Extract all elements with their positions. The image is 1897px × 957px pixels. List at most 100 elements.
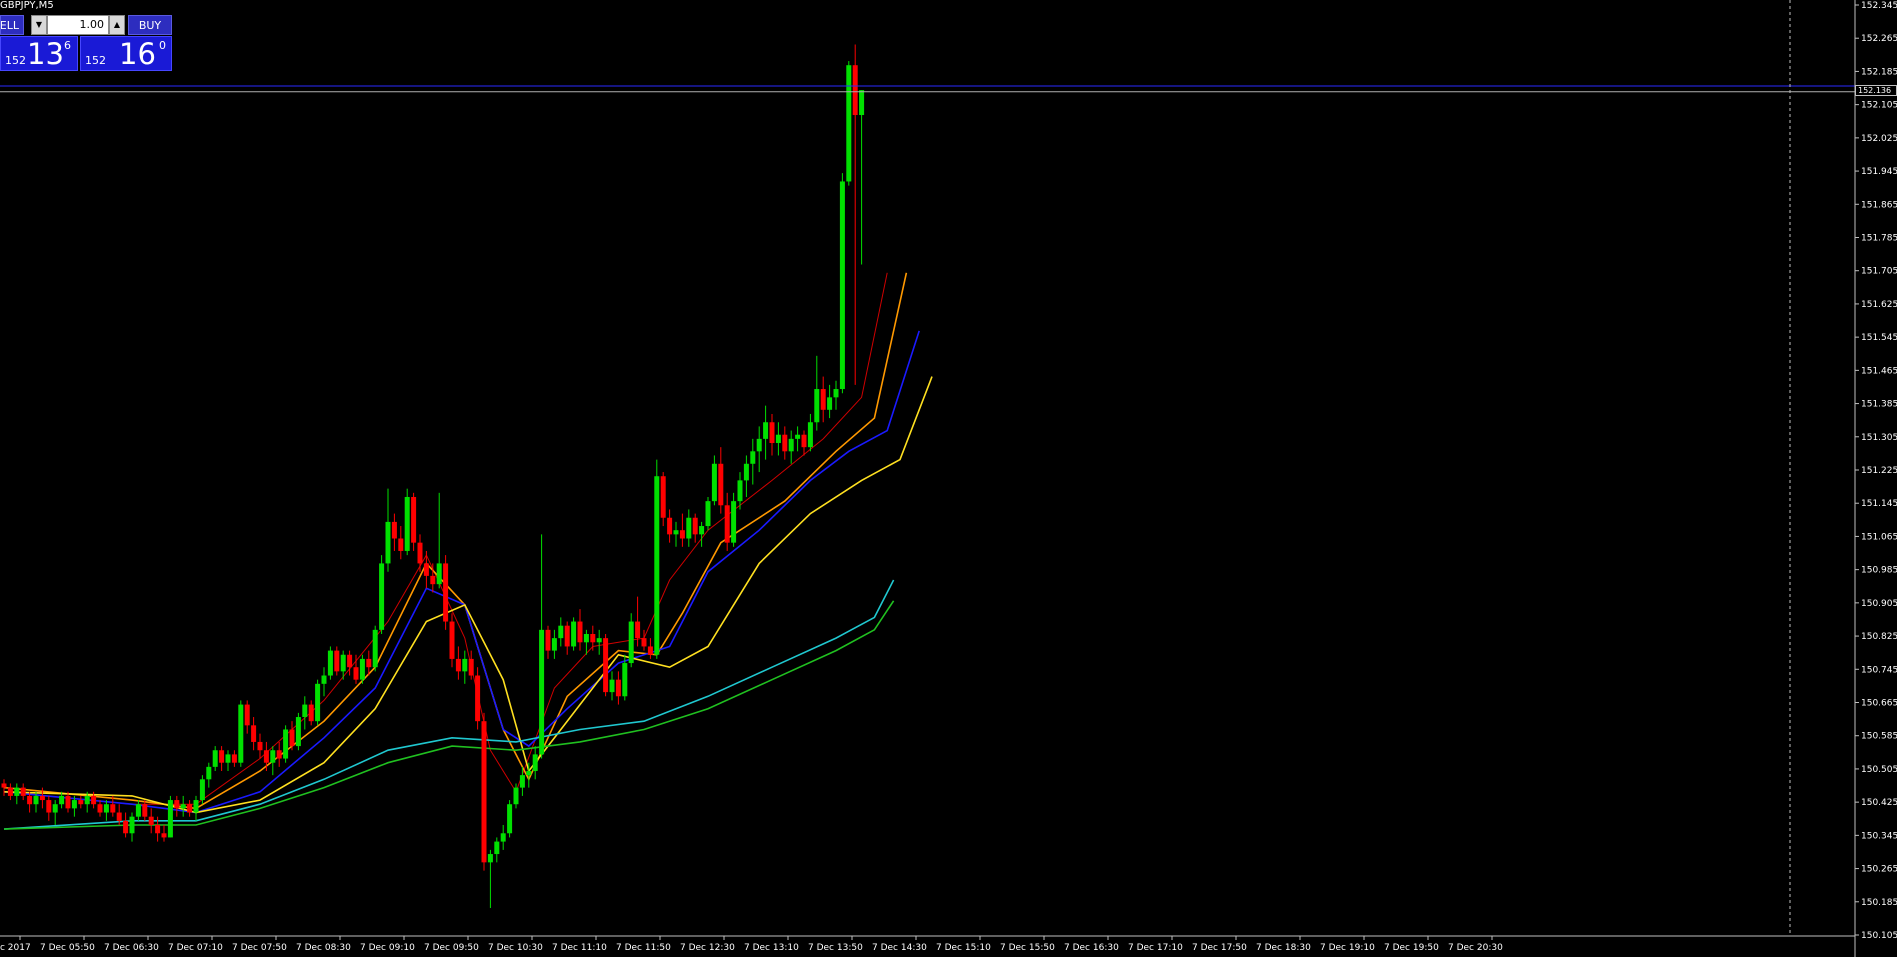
arrow-up-icon[interactable]: ▲	[109, 15, 125, 35]
sell-quote-prefix: 152	[5, 54, 26, 67]
candle-body	[379, 563, 385, 630]
candle-body	[859, 90, 865, 116]
candle-body	[1, 783, 7, 788]
axes: 152.345 152.265 152.185 152.105 152.025 151.9…	[0, 0, 1897, 957]
candle-body	[78, 800, 84, 805]
candle-body	[590, 633, 596, 643]
candle-body	[135, 804, 141, 817]
candle-body	[462, 658, 468, 672]
candle-body	[366, 658, 372, 668]
candle-body	[423, 563, 429, 576]
candle-body	[71, 800, 77, 809]
x-axis-label: c 2017	[0, 943, 31, 953]
candle-body	[807, 422, 813, 448]
candle-body	[545, 629, 551, 651]
candle-body	[91, 795, 97, 805]
candle-body	[564, 625, 570, 647]
candle-body	[155, 824, 161, 834]
candle-body	[507, 804, 513, 834]
candle-body	[449, 621, 455, 659]
candle-body	[398, 538, 404, 551]
candle-body	[142, 804, 148, 817]
y-axis-label: 151.785	[1861, 234, 1897, 244]
candle-body	[244, 704, 250, 726]
candle-body	[219, 750, 225, 763]
y-axis-label: 151.625	[1861, 300, 1897, 310]
candle-body	[513, 787, 519, 805]
candle-body	[167, 800, 173, 838]
buy-quote-big: 16	[119, 37, 156, 71]
candle-body	[763, 422, 769, 439]
candle-body	[801, 434, 807, 448]
current-price-tag: 152.136	[1855, 85, 1897, 96]
candle-body	[7, 787, 13, 796]
x-axis-label: 7 Dec 15:10	[936, 943, 991, 953]
candle-body	[65, 795, 71, 809]
candle-body	[52, 804, 58, 813]
buy-quote[interactable]: 152 16 0	[80, 36, 172, 71]
candle-body	[206, 766, 212, 780]
candle-body	[39, 795, 45, 801]
candle-body	[795, 434, 801, 439]
candle-body	[148, 816, 154, 825]
y-axis-label: 150.265	[1861, 865, 1897, 875]
x-axis-label: 7 Dec 09:50	[424, 943, 479, 953]
candle-body	[814, 389, 820, 423]
candle-body	[123, 820, 129, 834]
y-axis-label: 150.585	[1861, 732, 1897, 742]
candle-body	[852, 65, 858, 116]
lot-size-input[interactable]: 1.00	[47, 15, 109, 35]
candle-body	[718, 463, 724, 506]
candle-body	[583, 633, 589, 643]
candle-body	[103, 804, 109, 813]
candle-body	[647, 646, 653, 655]
candle-body	[33, 795, 39, 805]
candle-body	[481, 721, 487, 863]
candle-body	[679, 530, 685, 539]
candle-body	[571, 621, 577, 647]
candle-body	[750, 451, 756, 464]
sell-button[interactable]: ELL	[0, 15, 24, 35]
candle-body	[417, 542, 423, 564]
y-axis-label: 150.825	[1861, 632, 1897, 642]
candle-body	[20, 787, 26, 796]
candle-body	[539, 629, 545, 755]
y-axis-label: 151.385	[1861, 400, 1897, 410]
candle-body	[558, 625, 564, 639]
x-axis-label: 7 Dec 20:30	[1448, 943, 1503, 953]
x-axis-label: 7 Dec 18:30	[1256, 943, 1311, 953]
candle-body	[494, 841, 500, 855]
candle-body	[430, 575, 436, 585]
candle-body	[519, 775, 525, 788]
arrow-down-icon[interactable]: ▼	[31, 15, 47, 35]
x-axis-label: 7 Dec 06:30	[104, 943, 159, 953]
symbol-label: GBPJPY,M5	[0, 0, 54, 11]
x-axis-label: 7 Dec 07:50	[232, 943, 287, 953]
x-axis-label: 7 Dec 15:50	[1000, 943, 1055, 953]
moving-average-line	[3, 272, 888, 805]
candle-body	[673, 530, 679, 535]
candle-body	[769, 422, 775, 444]
candle-body	[596, 638, 602, 643]
candle-body	[705, 501, 711, 527]
candle-body	[257, 741, 263, 751]
candle-body	[295, 717, 301, 747]
candle-body	[468, 658, 474, 676]
candle-body	[756, 438, 762, 452]
buy-button[interactable]: BUY	[128, 15, 172, 35]
y-axis-label: 152.025	[1861, 134, 1897, 144]
x-axis-label: 7 Dec 17:10	[1128, 943, 1183, 953]
candle-body	[743, 463, 749, 481]
candle-body	[635, 621, 641, 639]
sell-quote-sup: 6	[64, 39, 71, 52]
candle-body	[212, 750, 218, 767]
moving-average-line	[3, 600, 895, 830]
x-axis-label: 7 Dec 12:30	[680, 943, 735, 953]
x-axis-label: 7 Dec 08:30	[296, 943, 351, 953]
candle-body	[14, 787, 20, 796]
price-chart[interactable]: 152.345 152.265 152.185 152.105 152.025 151.9…	[0, 0, 1897, 957]
buy-quote-sup: 0	[159, 39, 166, 52]
moving-average-line	[3, 579, 895, 830]
sell-quote[interactable]: 152 13 6	[0, 36, 78, 71]
candle-body	[110, 804, 116, 813]
